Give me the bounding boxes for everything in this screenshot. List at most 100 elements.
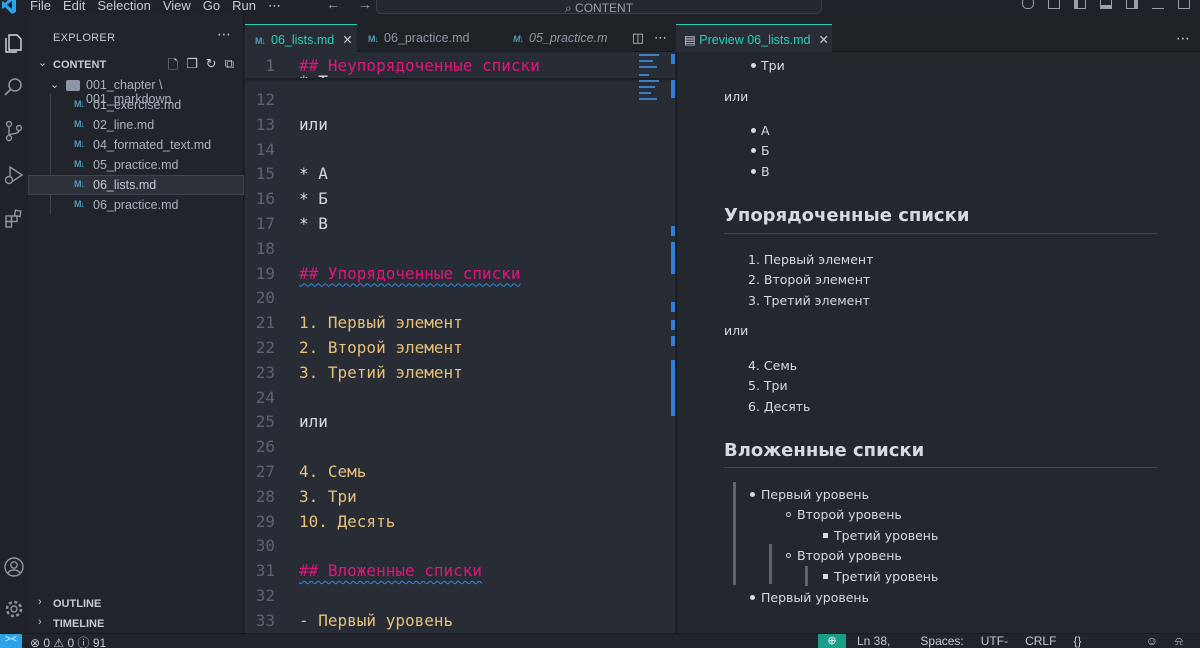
chevron-right-icon: › (38, 596, 42, 608)
scrollbar-markers[interactable] (671, 52, 675, 633)
chevron-down-icon: ⌄ (50, 79, 60, 91)
language-mode[interactable]: {} Markdown (1073, 634, 1128, 648)
line-number: 24 (255, 387, 275, 407)
menu-more[interactable]: ⋯ (268, 0, 281, 14)
code-line: или (299, 412, 328, 432)
menu-run[interactable]: Run (232, 0, 256, 14)
list-item: В (761, 164, 770, 179)
more-actions-icon[interactable]: ⋯ (654, 30, 667, 46)
encoding[interactable]: UTF-8 (981, 634, 1008, 648)
toggle-sidebar-icon[interactable] (1074, 0, 1086, 9)
tab-06-practice[interactable]: M↓ 06_practice.md (358, 24, 508, 52)
copilot-icon[interactable] (1022, 0, 1034, 9)
maximize-icon[interactable] (1178, 0, 1190, 9)
code-line: * А (299, 164, 328, 184)
file-row-04-formated-text[interactable]: M↓ 04_formated_text.md (28, 136, 244, 156)
refresh-icon[interactable]: ↻ (206, 56, 217, 78)
zoom-indicator-icon[interactable]: ⊕ (818, 634, 846, 648)
timeline-section-header[interactable]: › TIMELINE (28, 614, 244, 632)
search-icon[interactable] (3, 76, 25, 98)
file-row-02-line[interactable]: M↓ 02_line.md (28, 116, 244, 136)
new-file-icon[interactable]: 🗋 (168, 56, 178, 78)
nested-item-level-1: Первый уровень (761, 487, 869, 502)
new-folder-icon[interactable]: ❐ (186, 56, 198, 78)
menu-edit[interactable]: Edit (63, 0, 85, 14)
code-line: ## Вложенные списки (299, 561, 483, 581)
sticky-scroll-header[interactable]: 1 ## Неупорядоченные списки * Три (245, 52, 675, 78)
nested-item-level-1: Первый уровень (761, 590, 869, 605)
toggle-panel-icon[interactable] (1100, 0, 1112, 9)
folder-icon (66, 80, 80, 91)
indentation[interactable]: Spaces: 2 (920, 634, 963, 648)
tab-label: 05_practice.m (529, 31, 608, 45)
outline-section-header[interactable]: › OUTLINE (28, 594, 244, 612)
menu-go[interactable]: Go (203, 0, 220, 14)
cursor-position[interactable]: Ln 38, Col 17 (857, 634, 903, 648)
line-number: 26 (255, 437, 275, 457)
line-number: 15 (255, 164, 275, 184)
source-control-icon[interactable] (3, 120, 25, 142)
file-name: 01_exercise.md (93, 98, 182, 112)
minimap[interactable] (637, 52, 659, 102)
tab-06-lists[interactable]: M↓ 06_lists.md ✕ (245, 24, 357, 52)
copilot-status-icon[interactable]: ☺ (1146, 634, 1158, 648)
menu-file[interactable]: File (30, 0, 51, 14)
tab-preview-06-lists[interactable]: ▤ Preview 06_lists.md ✕ (676, 24, 832, 52)
line-number: 14 (255, 139, 275, 159)
notifications-bell-icon[interactable]: ⍾ (1175, 634, 1183, 648)
line-number: 13 (255, 114, 275, 134)
close-icon[interactable]: ✕ (818, 33, 828, 47)
nested-item-level-3: Третий уровень (834, 569, 939, 584)
run-debug-icon[interactable] (3, 164, 25, 186)
preview-more-actions-icon[interactable]: ⋯ (1176, 30, 1190, 47)
file-row-01-exercise[interactable]: M↓ 01_exercise.md (28, 96, 244, 116)
back-arrow-icon[interactable]: ← (326, 0, 340, 12)
customize-layout-icon[interactable] (1048, 0, 1060, 9)
status-right-items: Ln 38, Col 17 Spaces: 2 UTF-8 CRLF {} Ma… (857, 634, 1200, 648)
markdown-file-icon: M↓ (255, 36, 266, 46)
minimize-icon[interactable] (1152, 0, 1164, 9)
explorer-more-icon[interactable]: ⋯ (217, 26, 231, 43)
line-number: 29 (255, 511, 275, 531)
folder-row[interactable]: ⌄ 001_chapter \ 001_markdown (28, 76, 244, 106)
paragraph: или (724, 89, 749, 104)
markdown-preview: Три или А Б В Упорядоченные списки 1. Пе… (676, 52, 1200, 633)
settings-gear-icon[interactable] (3, 598, 25, 620)
remote-indicator[interactable]: >< (0, 634, 22, 648)
line-number: 33 (255, 610, 275, 630)
collapse-all-icon[interactable]: ⧉ (225, 56, 234, 78)
file-name: 06_practice.md (93, 198, 179, 212)
toggle-secondary-sidebar-icon[interactable] (1126, 0, 1138, 9)
command-center-search[interactable]: ⌕ CONTENT (376, 0, 822, 14)
indent-guide (733, 482, 736, 585)
code-line: 2. Второй элемент (299, 338, 463, 357)
line-ending[interactable]: CRLF (1025, 634, 1056, 648)
code-line: 4. Семь (299, 462, 367, 481)
line-number: 17 (255, 214, 275, 233)
forward-arrow-icon[interactable]: → (358, 0, 372, 12)
heading-ordered-lists: Упорядоченные списки (724, 205, 970, 226)
ordered-list-item: 6. Десять (748, 399, 811, 414)
code-line: - Первый уровень (299, 610, 454, 630)
tab-05-practice[interactable]: M↓ 05_practice.m (509, 24, 619, 52)
bullet-disc (750, 492, 755, 497)
markdown-file-icon: M↓ (74, 199, 85, 209)
command-center-label: CONTENT (575, 1, 634, 14)
extensions-icon[interactable] (3, 208, 25, 230)
file-row-05-practice[interactable]: M↓ 05_practice.md (28, 156, 244, 176)
menu-view[interactable]: View (163, 0, 191, 14)
file-row-06-lists[interactable]: M↓ 06_lists.md (28, 175, 244, 195)
code-editor[interactable]: 12 13 или 14 15 * А 16 * Б 17 * В 18 19 ## Упорядоче… (245, 52, 675, 633)
workspace-section-header[interactable]: ⌄ CONTENT 🗋 ❐ ↻ ⧉ (28, 56, 244, 74)
problems-indicator[interactable]: ⊗ 0 ⚠ 0 ⓘ 91 (30, 634, 106, 648)
menu-selection[interactable]: Selection (97, 0, 150, 14)
line-number: 28 (255, 486, 275, 506)
split-editor-icon[interactable]: ◫ (632, 30, 644, 46)
explorer-icon[interactable] (3, 32, 25, 54)
file-row-06-practice[interactable]: M↓ 06_practice.md (28, 196, 244, 216)
nested-item-level-2: Второй уровень (797, 507, 902, 522)
close-icon[interactable]: ✕ (342, 33, 352, 47)
explorer-actions: 🗋 ❐ ↻ ⧉ (168, 56, 234, 78)
line-number: 21 (255, 313, 275, 333)
account-icon[interactable] (3, 556, 25, 578)
